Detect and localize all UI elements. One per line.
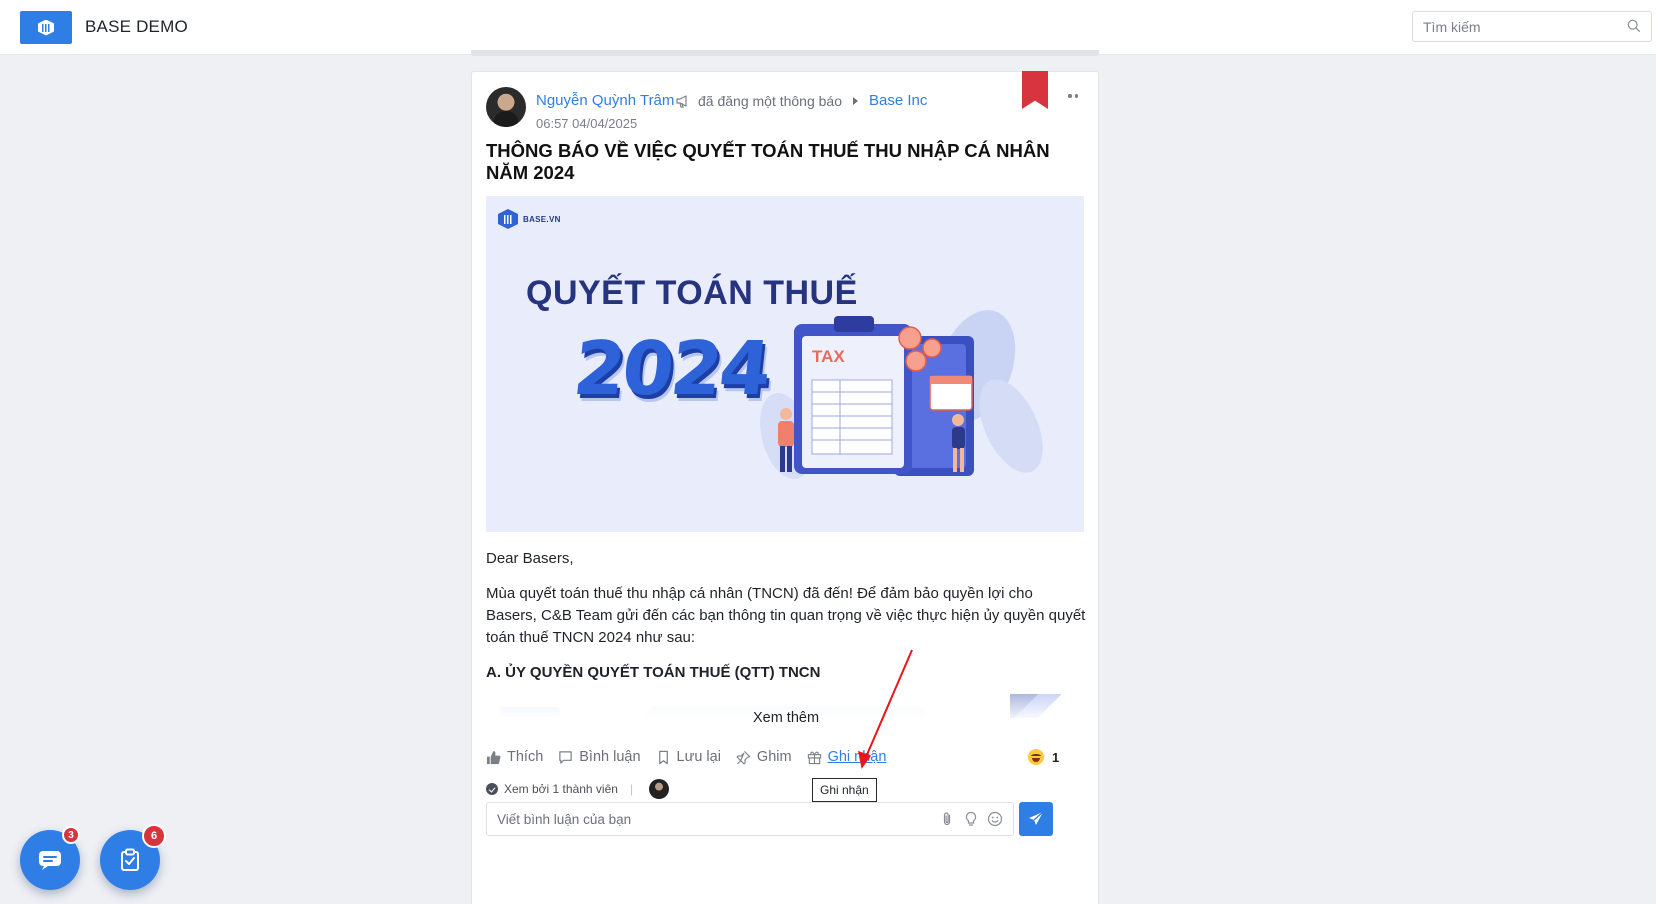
group-link[interactable]: Base Inc — [869, 92, 927, 109]
reaction-count: 1 — [1052, 749, 1060, 765]
base-logo-icon — [498, 209, 518, 229]
comment-label: Bình luận — [579, 749, 641, 765]
composer-tools — [939, 811, 1003, 827]
acknowledge-label: Ghi nhận — [827, 749, 887, 765]
bookmark-icon — [658, 750, 668, 764]
tasks-button[interactable]: 6 — [100, 824, 166, 890]
post-banner-image[interactable]: BASE.VN QUYẾT TOÁN THUẾ 2024 TAX — [486, 196, 1084, 532]
seen-by-text[interactable]: Xem bởi 1 thành viên — [504, 782, 618, 796]
banner-brand: BASE.VN — [498, 209, 561, 229]
banner-brand-text: BASE.VN — [523, 214, 561, 224]
save-button[interactable]: Lưu lại — [656, 749, 721, 765]
banner-year: 2024 — [569, 326, 773, 412]
search-box[interactable] — [1412, 11, 1652, 42]
pin-label: Ghim — [756, 749, 792, 765]
post-card: Nguyễn Quỳnh Trâm đã đăng một thông báo … — [471, 71, 1099, 904]
seen-separator: | — [629, 782, 634, 796]
acknowledge-button[interactable]: Ghi nhận — [807, 749, 887, 765]
tax-label: TAX — [812, 347, 845, 366]
clipboard-check-icon — [121, 848, 139, 871]
app-title: BASE DEMO — [85, 17, 188, 36]
thumbs-up-icon — [486, 750, 501, 764]
bookmark-ribbon-icon — [1022, 71, 1048, 109]
comment-composer[interactable] — [486, 802, 1014, 836]
speech-bubble-icon — [559, 750, 572, 764]
acknowledge-tooltip: Ghi nhận — [812, 778, 877, 802]
author-avatar[interactable] — [486, 87, 526, 127]
reaction-summary[interactable]: 1 — [1028, 749, 1059, 765]
post-timestamp[interactable]: 06:57 04/04/2025 — [536, 116, 637, 131]
chat-badge: 3 — [62, 826, 80, 844]
previous-card-edge — [471, 50, 1099, 56]
post-section-heading: A. ỦY QUYỀN QUYẾT TOÁN THUẾ (QTT) TNCN — [486, 664, 821, 681]
megaphone-icon — [676, 95, 687, 108]
search-input[interactable] — [1413, 12, 1613, 41]
chat-button[interactable]: 3 — [20, 826, 80, 890]
save-label: Lưu lại — [676, 749, 721, 765]
chat-icon — [39, 851, 61, 870]
post-title: THÔNG BÁO VỀ VIỆC QUYẾT TOÁN THUẾ THU NH… — [486, 140, 1050, 183]
lightbulb-icon[interactable] — [963, 811, 979, 827]
tax-illustration: TAX — [760, 310, 1043, 479]
post-action-text: đã đăng một thông báo — [698, 93, 843, 109]
like-label: Thích — [507, 749, 544, 765]
check-circle-icon — [486, 783, 498, 795]
author-name[interactable]: Nguyễn Quỳnh Trâm — [536, 92, 674, 109]
send-comment-button[interactable] — [1019, 802, 1053, 836]
post-body: Mùa quyết toán thuế thu nhập cá nhân (TN… — [486, 585, 1086, 646]
comment-input[interactable] — [487, 803, 917, 835]
gift-icon — [807, 751, 821, 764]
base-logo[interactable] — [20, 11, 72, 44]
top-bar: BASE DEMO — [0, 0, 1656, 55]
comment-button[interactable]: Bình luận — [558, 749, 641, 765]
base-logo-icon — [38, 19, 54, 36]
search-icon[interactable] — [1627, 19, 1641, 33]
seen-by-row: Xem bởi 1 thành viên | — [486, 779, 670, 799]
see-more-link[interactable]: Xem thêm — [472, 710, 1100, 726]
caret-right-icon — [853, 97, 858, 105]
paperclip-icon[interactable] — [939, 811, 955, 827]
paper-plane-icon — [1029, 811, 1044, 825]
smiley-icon[interactable] — [987, 811, 1003, 827]
laughing-emoji-icon — [1028, 749, 1044, 765]
tasks-badge: 6 — [142, 824, 166, 848]
like-button[interactable]: Thích — [486, 749, 543, 765]
pin-button[interactable]: Ghim — [736, 749, 792, 765]
post-greeting: Dear Basers, — [486, 550, 574, 567]
post-action-bar: Thích Bình luận Lưu lại Ghim Ghi nhận — [486, 747, 901, 767]
pin-icon — [736, 750, 751, 764]
more-options-icon[interactable] — [1062, 90, 1084, 102]
viewer-avatar[interactable] — [649, 779, 670, 799]
